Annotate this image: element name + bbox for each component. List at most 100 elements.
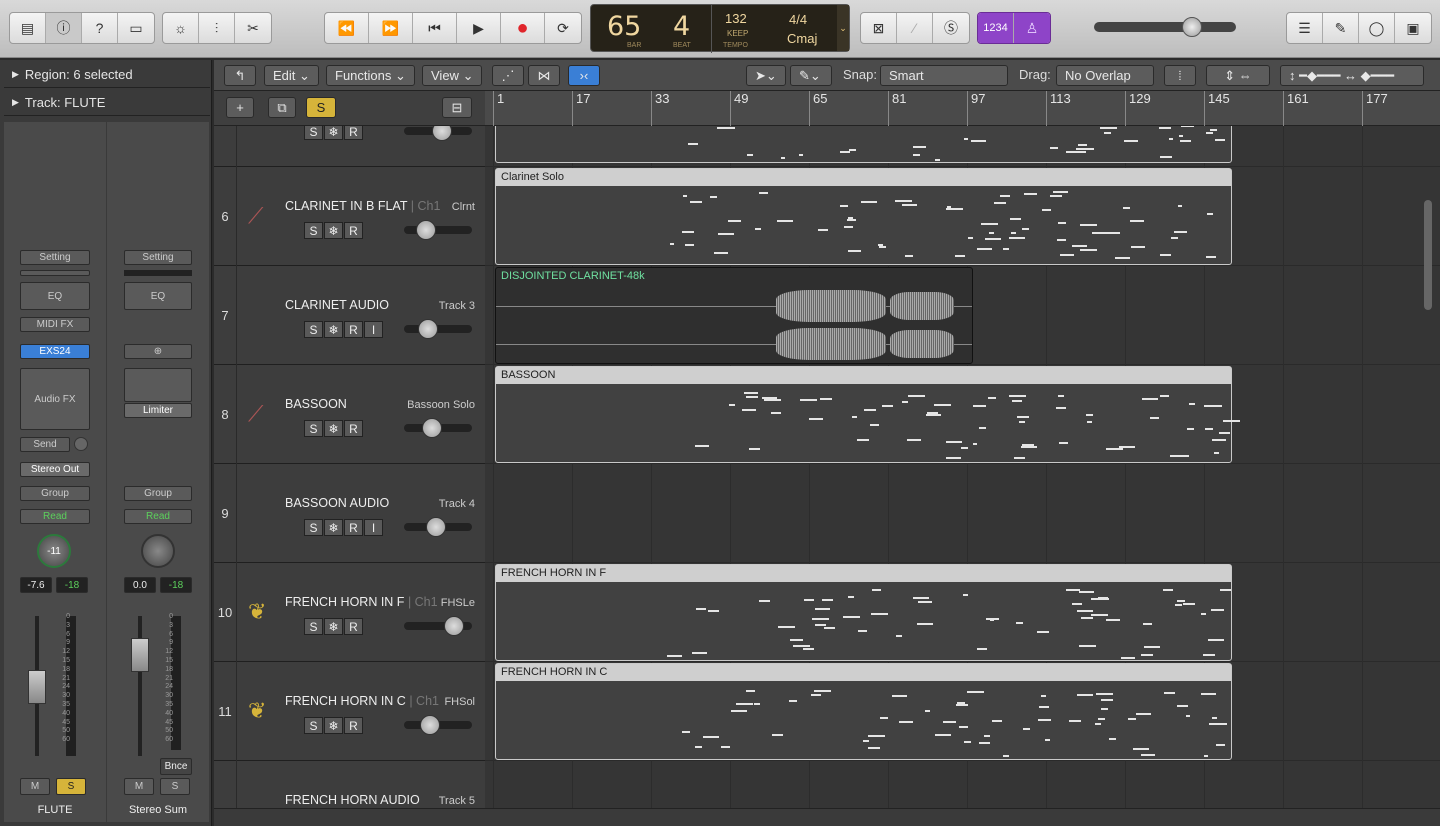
track-button[interactable]: R: [344, 222, 363, 239]
rewind-button[interactable]: ⏪: [325, 13, 369, 43]
track-button[interactable]: S: [304, 519, 323, 536]
mute-button[interactable]: M: [20, 778, 50, 795]
loop-browser-icon[interactable]: ◯: [1359, 13, 1395, 43]
forward-button[interactable]: ⏩: [369, 13, 413, 43]
track-volume-slider[interactable]: [404, 319, 472, 339]
peak-readout[interactable]: -18: [56, 577, 88, 593]
audio-fx-slot[interactable]: [124, 368, 192, 402]
track-button[interactable]: R: [344, 321, 363, 338]
limiter-slot[interactable]: Limiter: [124, 403, 192, 418]
link-icon[interactable]: ⊕: [124, 344, 192, 359]
output-slot[interactable]: Stereo Out: [20, 462, 90, 477]
automation-mode[interactable]: Read: [124, 509, 192, 524]
solo-button[interactable]: S: [160, 778, 190, 795]
arrange-area[interactable]: Clarinet Solo DISJOINTED CLARINET-48k BASS…: [485, 126, 1440, 808]
vertical-scrollbar[interactable]: [1424, 200, 1432, 310]
track-volume-knob[interactable]: [432, 126, 452, 141]
flex-icon[interactable]: ⋈: [528, 65, 560, 86]
track-header[interactable]: FRENCH HORN AUDIO Track 5: [214, 761, 485, 808]
track-button[interactable]: S: [304, 126, 323, 140]
snap-dropdown[interactable]: Smart: [880, 65, 1008, 86]
chevron-down-icon[interactable]: ⌄: [837, 5, 849, 51]
midi-region[interactable]: BASSOON: [495, 366, 1241, 463]
inspector-icon[interactable]: ▭: [118, 13, 154, 43]
track-button[interactable]: R: [344, 717, 363, 734]
instrument-slot[interactable]: EXS24: [20, 344, 90, 359]
track-name[interactable]: BASSOON: [285, 397, 347, 411]
track-button[interactable]: ❄: [324, 519, 343, 536]
midi-region[interactable]: FRENCH HORN IN F: [495, 564, 1232, 661]
waveform-zoom-icon[interactable]: ⦙: [1164, 65, 1196, 86]
track-header[interactable]: 6 CLARINET IN B FLAT | Ch1 Clrnt S ❄ R ⟋: [214, 167, 485, 266]
view-menu[interactable]: View ⌄: [422, 65, 483, 86]
track-name[interactable]: CLARINET IN B FLAT | Ch1: [285, 199, 440, 213]
track-volume-knob[interactable]: [418, 319, 438, 339]
track-volume-knob[interactable]: [444, 616, 464, 636]
track-button[interactable]: R: [344, 126, 363, 140]
track-inspector-header[interactable]: ▶ Track: FLUTE: [4, 90, 210, 116]
replace-icon[interactable]: ⁄: [897, 13, 933, 43]
track-header[interactable]: 10 FRENCH HORN IN F | Ch1 FHSLe S ❄ R ❦: [214, 563, 485, 662]
library-icon[interactable]: ▤: [10, 13, 46, 43]
cycle-button[interactable]: ⟳: [545, 13, 581, 43]
volume-fader[interactable]: [131, 638, 149, 672]
track-button[interactable]: ❄: [324, 126, 343, 140]
info-icon[interactable]: ⓘ: [46, 13, 82, 43]
region-inspector-header[interactable]: ▶ Region: 6 selected: [4, 62, 210, 88]
track-volume-slider[interactable]: [404, 418, 472, 438]
group-slot[interactable]: Group: [20, 486, 90, 501]
play-button[interactable]: ▶: [457, 13, 501, 43]
track-name[interactable]: BASSOON AUDIO: [285, 496, 389, 510]
setting-button[interactable]: Setting: [124, 250, 192, 265]
master-volume-knob[interactable]: [1182, 17, 1202, 37]
zoom-sliders[interactable]: ↕ ━◆━━━ ↔ ◆━━━: [1280, 65, 1424, 86]
track-button[interactable]: R: [344, 519, 363, 536]
track-header[interactable]: 8 BASSOON Bassoon Solo S ❄ R ⟋: [214, 365, 485, 464]
mixer-icon[interactable]: ⫶: [199, 13, 235, 43]
list-editor-icon[interactable]: ☰: [1287, 13, 1323, 43]
track-volume-slider[interactable]: [404, 715, 472, 735]
lcd-display[interactable]: 65 4 BAR BEAT 132 KEEP TEMPO 4/4 Cmaj ⌄: [590, 4, 850, 53]
track-button[interactable]: ❄: [324, 717, 343, 734]
help-icon[interactable]: ?: [82, 13, 118, 43]
midi-region[interactable]: Clarinet Solo: [495, 168, 1232, 265]
volume-readout[interactable]: -7.6: [20, 577, 52, 593]
track-volume-knob[interactable]: [420, 715, 440, 735]
solo-button[interactable]: S: [56, 778, 86, 795]
pan-knob[interactable]: -11: [37, 534, 71, 568]
count-in-button[interactable]: 1234: [978, 13, 1014, 43]
zoom-fit-icon[interactable]: ⇕ ⇔: [1206, 65, 1270, 86]
go-to-start-button[interactable]: ⏮: [413, 13, 457, 43]
track-volume-knob[interactable]: [416, 220, 436, 240]
track-volume-knob[interactable]: [422, 418, 442, 438]
midi-fx-button[interactable]: MIDI FX: [20, 317, 90, 332]
pointer-tool-icon[interactable]: ➤⌄: [746, 65, 786, 86]
track-header[interactable]: 11 FRENCH HORN IN C | Ch1 FHSol S ❄ R ❦: [214, 662, 485, 761]
track-button[interactable]: I: [364, 519, 383, 536]
track-volume-slider[interactable]: [404, 517, 472, 537]
track-button[interactable]: ❄: [324, 321, 343, 338]
metronome-icon[interactable]: ♙: [1014, 13, 1050, 43]
drag-dropdown[interactable]: No Overlap: [1056, 65, 1154, 86]
track-volume-slider[interactable]: [404, 126, 472, 141]
midi-region[interactable]: FRENCH HORN IN C: [495, 663, 1232, 760]
low-latency-icon[interactable]: ⊠: [861, 13, 897, 43]
track-name[interactable]: FRENCH HORN AUDIO: [285, 793, 420, 807]
solo-mode-icon[interactable]: Ⓢ: [933, 13, 969, 43]
track-volume-slider[interactable]: [404, 220, 472, 240]
track-button[interactable]: R: [344, 618, 363, 635]
record-button[interactable]: ●: [501, 13, 545, 43]
mute-button[interactable]: M: [124, 778, 154, 795]
track-name[interactable]: FRENCH HORN IN C | Ch1: [285, 694, 439, 708]
global-tracks-icon[interactable]: ⊟: [442, 97, 472, 118]
track-header[interactable]: S ❄ R: [214, 126, 485, 167]
global-solo-icon[interactable]: S: [306, 97, 336, 118]
audio-fx-slot[interactable]: Audio FX: [20, 368, 90, 430]
track-name[interactable]: FRENCH HORN IN F | Ch1: [285, 595, 438, 609]
catch-icon[interactable]: ›‹: [568, 65, 600, 86]
track-button[interactable]: S: [304, 420, 323, 437]
track-name[interactable]: CLARINET AUDIO: [285, 298, 389, 312]
automation-mode[interactable]: Read: [20, 509, 90, 524]
volume-readout[interactable]: 0.0: [124, 577, 156, 593]
eq-button[interactable]: EQ: [20, 282, 90, 310]
